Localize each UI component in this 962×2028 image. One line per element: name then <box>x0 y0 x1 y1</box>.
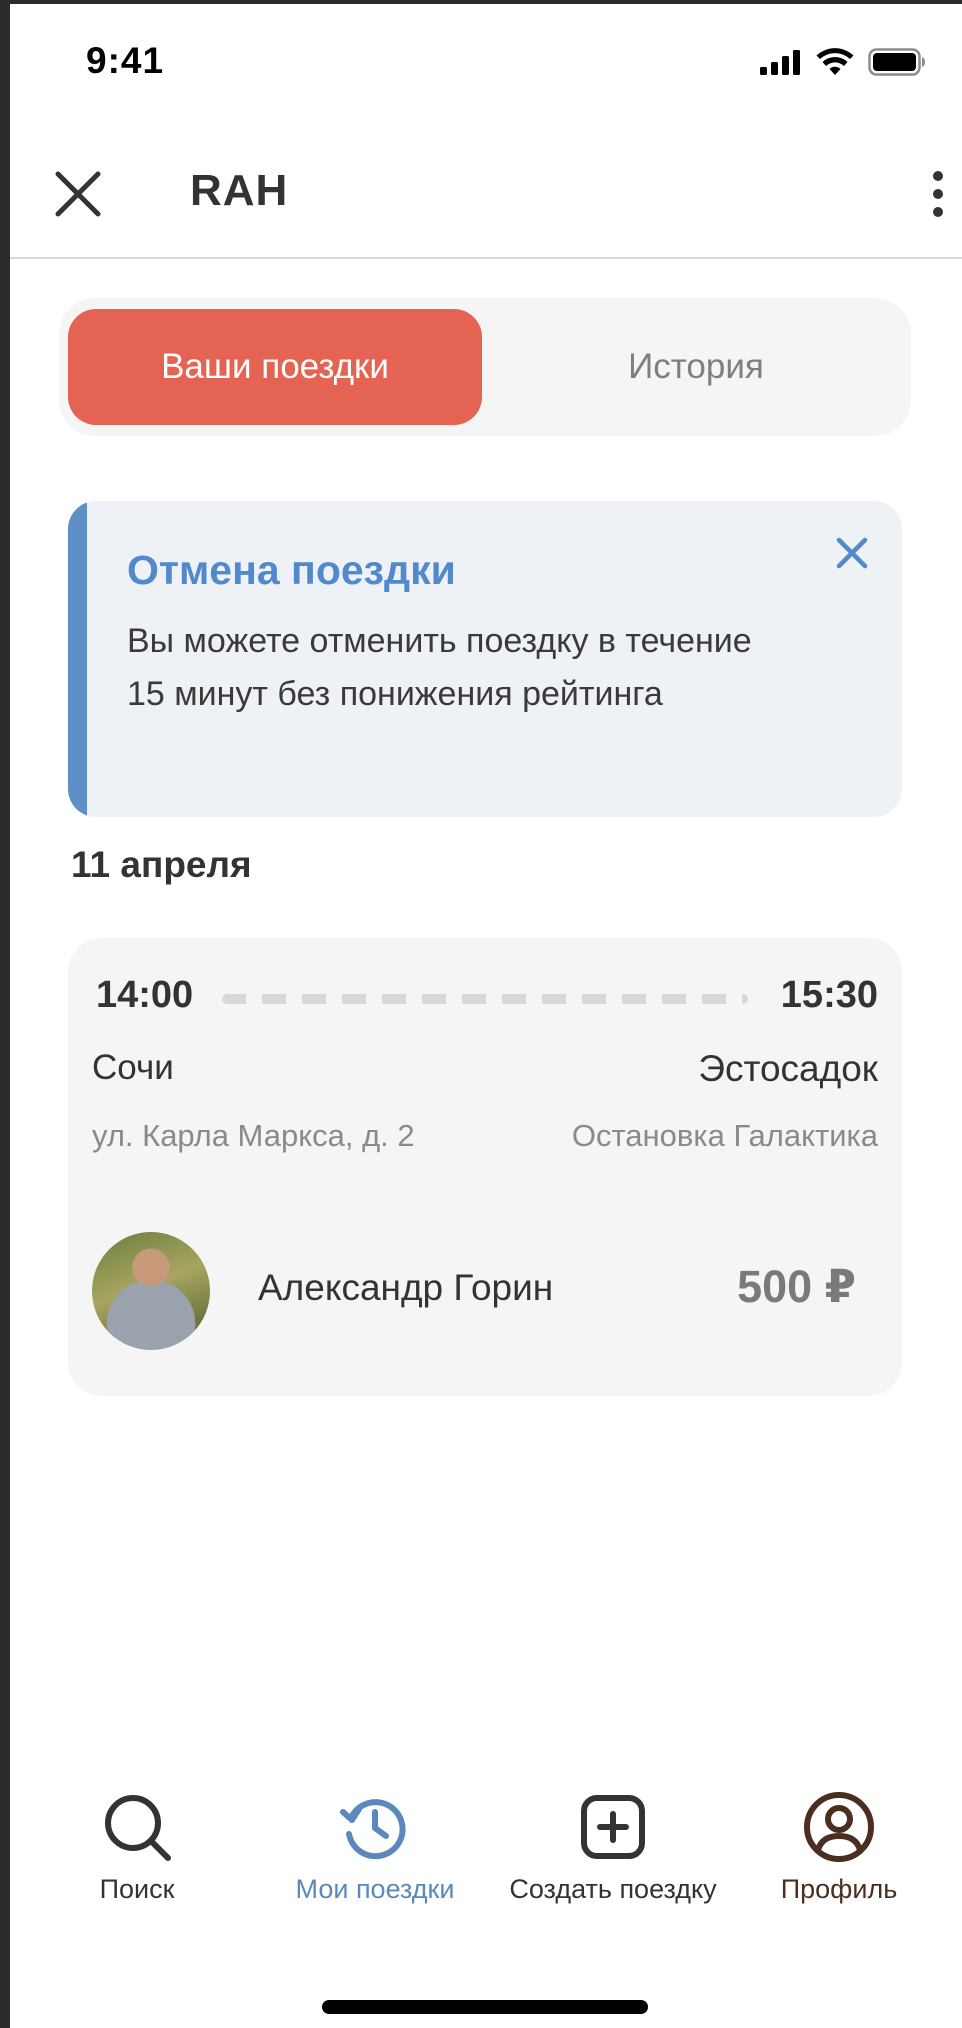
departure-city: Сочи <box>92 1048 174 1087</box>
tab-your-trips[interactable]: Ваши поездки <box>68 309 482 425</box>
home-indicator <box>322 2000 648 2014</box>
nav-search-label: Поиск <box>99 1874 175 1904</box>
close-icon <box>836 537 868 569</box>
trip-price: 500 ₽ <box>737 1261 856 1312</box>
tab-history[interactable]: История <box>489 309 903 425</box>
nav-my-trips[interactable]: Мои поездки <box>255 1790 495 1920</box>
banner-text: Вы можете отменить поездку в течение 15 … <box>127 622 752 713</box>
plus-square-icon <box>581 1795 645 1859</box>
cancel-info-banner: Отмена поездки Вы можете отменить поездк… <box>68 501 902 817</box>
depart-time: 14:00 <box>96 974 194 1016</box>
nav-profile[interactable]: Профиль <box>719 1790 959 1920</box>
wifi-icon <box>816 48 854 75</box>
route-dashed-line <box>222 994 748 1004</box>
status-time: 9:41 <box>86 40 165 81</box>
trip-card[interactable]: 14:00 15:30 Сочи Эстосадок ул. Карла Мар… <box>68 938 902 1396</box>
nav-search[interactable]: Поиск <box>17 1790 257 1920</box>
arrival-city: Эстосадок <box>698 1048 878 1089</box>
more-menu-button[interactable] <box>918 164 958 224</box>
trips-tabs: Ваши поездки История <box>59 298 911 436</box>
profile-icon <box>804 1792 874 1862</box>
nav-my-trips-label: Мои поездки <box>295 1874 455 1904</box>
departure-address: ул. Карла Маркса, д. 2 <box>92 1118 415 1153</box>
banner-accent-bar <box>68 501 87 817</box>
battery-icon <box>868 48 925 76</box>
arrival-address: Остановка Галактика <box>571 1118 878 1153</box>
driver-name: Александр Горин <box>258 1267 554 1308</box>
driver-avatar <box>92 1232 210 1350</box>
arrive-time: 15:30 <box>780 974 878 1016</box>
nav-profile-label: Профиль <box>780 1874 898 1904</box>
close-button[interactable] <box>48 164 108 224</box>
header-divider <box>10 257 962 259</box>
search-icon <box>105 1795 171 1861</box>
nav-create-trip[interactable]: Создать поездку <box>493 1790 733 1920</box>
history-icon <box>340 1799 406 1860</box>
signal-icon <box>760 50 800 75</box>
close-icon <box>55 171 101 217</box>
banner-title: Отмена поездки <box>127 547 456 593</box>
banner-close-button[interactable] <box>830 531 874 575</box>
more-vertical-icon <box>933 171 943 217</box>
phone-screen: 9:41 RAH Ваши поездки История Отмена пое… <box>10 4 962 2028</box>
app-title: RAH <box>190 166 289 215</box>
trips-date-heading: 11 апреля <box>71 844 252 885</box>
nav-create-trip-label: Создать поездку <box>509 1874 717 1904</box>
status-icons <box>760 48 926 76</box>
